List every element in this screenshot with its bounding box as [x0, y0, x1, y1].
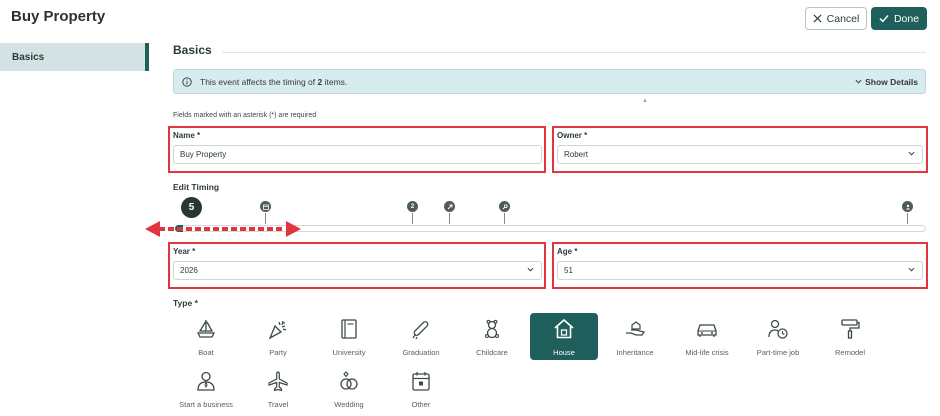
cancel-label: Cancel	[826, 12, 860, 25]
diploma-icon	[410, 318, 432, 340]
inheritance-icon	[624, 318, 646, 340]
type-tile-boat[interactable]: Boat	[172, 313, 240, 360]
paint-roller-icon	[839, 318, 861, 340]
type-tile-inheritance[interactable]: Inheritance	[601, 313, 669, 360]
type-tile-part-time-job[interactable]: Part-time job	[744, 313, 812, 360]
type-tile-mid-life-crisis[interactable]: Mid-life crisis	[673, 313, 741, 360]
type-tile-party[interactable]: Party	[244, 313, 312, 360]
business-icon	[195, 370, 217, 392]
book-icon	[338, 318, 360, 340]
type-tile-label: University	[332, 348, 366, 357]
type-tile-label: Wedding	[334, 400, 364, 409]
owner-value: Robert	[564, 150, 589, 159]
cancel-button[interactable]: Cancel	[805, 7, 867, 30]
age-label: Age *	[557, 247, 578, 256]
check-icon	[879, 15, 889, 23]
info-icon	[182, 76, 192, 87]
calendar-icon[interactable]	[260, 201, 271, 212]
type-tile-label: Inheritance	[616, 348, 654, 357]
car-icon	[696, 318, 718, 340]
chevron-down-icon	[855, 79, 862, 84]
done-button[interactable]: Done	[871, 7, 927, 30]
type-tile-graduation[interactable]: Graduation	[387, 313, 455, 360]
collapse-caret-icon: ▲	[642, 98, 648, 104]
drag-arrow-icon	[145, 221, 301, 237]
edit-timing-label: Edit Timing	[173, 182, 220, 192]
type-tile-travel[interactable]: Travel	[244, 365, 312, 412]
party-icon	[267, 318, 289, 340]
chevron-down-icon	[908, 151, 915, 156]
type-tile-house[interactable]: House	[530, 313, 598, 360]
banner-text-after: items.	[324, 76, 348, 87]
banner-text: This event affects the timing of 2 items…	[200, 77, 347, 87]
timeline-stem	[504, 213, 505, 224]
type-tile-label: House	[553, 348, 575, 357]
owner-select[interactable]: Robert	[557, 145, 923, 164]
year-value: 2026	[180, 266, 198, 275]
timeline-stem	[907, 213, 908, 224]
type-tile-remodel[interactable]: Remodel	[816, 313, 884, 360]
type-tile-label: Childcare	[476, 348, 508, 357]
age-select[interactable]: 51	[557, 261, 923, 280]
age-value: 51	[564, 266, 573, 275]
part-time-icon	[767, 318, 789, 340]
type-tile-label: Graduation	[402, 348, 440, 357]
type-tile-other[interactable]: Other	[387, 365, 455, 412]
year-select[interactable]: 2026	[173, 261, 542, 280]
show-details-toggle[interactable]: Show Details	[855, 70, 918, 93]
type-tile-childcare[interactable]: Childcare	[458, 313, 526, 360]
name-input[interactable]: Buy Property	[173, 145, 542, 164]
teddy-bear-icon	[481, 318, 503, 340]
type-tile-label: Start a business	[179, 400, 233, 409]
done-label: Done	[893, 12, 920, 25]
rings-icon	[338, 370, 360, 392]
banner-text-before: This event affects the timing of	[200, 76, 316, 87]
close-icon	[813, 14, 822, 23]
boat-icon	[195, 318, 217, 340]
name-value: Buy Property	[180, 150, 227, 159]
year-label: Year *	[173, 247, 196, 256]
section-divider	[222, 52, 926, 53]
name-label: Name *	[173, 131, 201, 140]
page-title: Buy Property	[11, 8, 106, 25]
info-banner: This event affects the timing of 2 items…	[173, 69, 926, 94]
type-tile-start-a-business[interactable]: Start a business	[172, 365, 240, 412]
sidebar-item-basics[interactable]: Basics	[0, 43, 149, 71]
type-tile-university[interactable]: University	[315, 313, 383, 360]
timeline-count-marker[interactable]: 2	[407, 201, 418, 212]
type-tile-label: Travel	[267, 400, 289, 409]
required-note: Fields marked with an asterisk (*) are r…	[173, 112, 317, 119]
airplane-icon	[267, 370, 289, 392]
chevron-down-icon	[908, 267, 915, 272]
timeline-stem	[449, 213, 450, 224]
show-details-label: Show Details	[865, 76, 918, 87]
timeline-stem	[412, 213, 413, 224]
end-icon[interactable]	[902, 201, 913, 212]
type-label: Type *	[173, 298, 198, 308]
type-tile-label: Part-time job	[756, 348, 800, 357]
owner-label: Owner *	[557, 131, 588, 140]
house-icon	[553, 318, 575, 340]
section-title: Basics	[173, 43, 212, 57]
current-event-marker[interactable]: 5	[181, 197, 202, 218]
sidebar-item-label: Basics	[12, 51, 45, 63]
affected-count: 2	[317, 76, 323, 87]
retirement-icon[interactable]	[444, 201, 455, 212]
type-tile-label: Remodel	[834, 348, 865, 357]
type-tile-label: Party	[269, 348, 287, 357]
type-tile-label: Mid-life crisis	[685, 348, 729, 357]
type-tile-label: Other	[411, 400, 431, 409]
key-icon[interactable]	[499, 201, 510, 212]
calendar-icon	[410, 370, 432, 392]
type-tile-wedding[interactable]: Wedding	[315, 365, 383, 412]
type-tile-label: Boat	[198, 348, 214, 357]
chevron-down-icon	[527, 267, 534, 272]
